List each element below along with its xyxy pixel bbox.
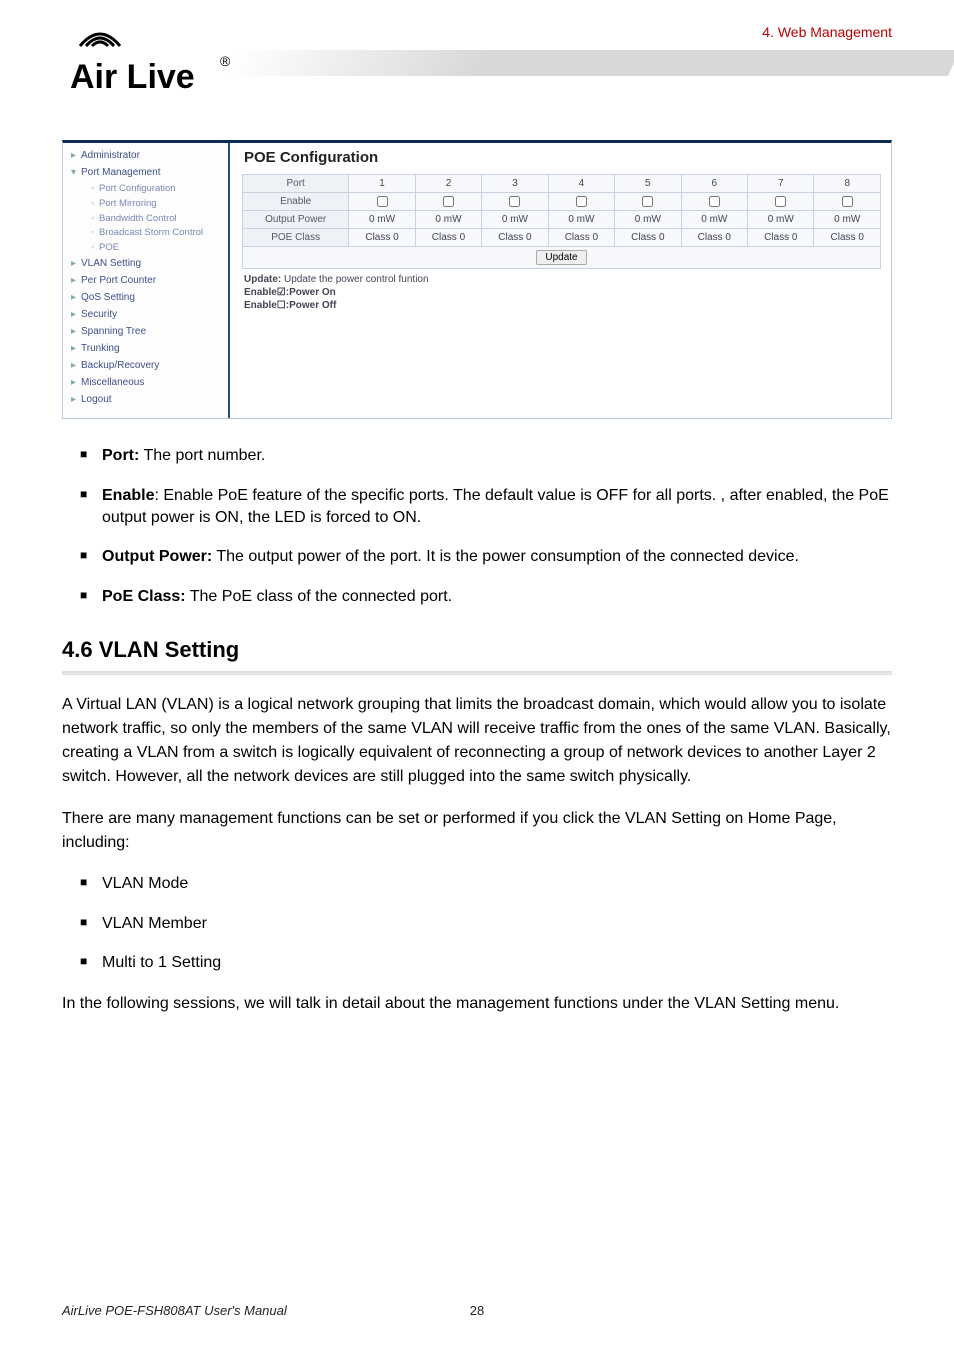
enable-port-7[interactable]	[775, 196, 786, 207]
sidebar-item-backup-recovery[interactable]: ▸Backup/Recovery	[63, 357, 228, 374]
list-item: Multi to 1 Setting	[80, 952, 892, 974]
table-row: Output Power 0 mW 0 mW 0 mW 0 mW 0 mW 0 …	[243, 211, 881, 229]
row-label-output: Output Power	[243, 211, 349, 229]
paragraph: A Virtual LAN (VLAN) is a logical networ…	[62, 693, 892, 789]
document-body: Port: The port number. Enable: Enable Po…	[62, 445, 892, 1015]
enable-port-4[interactable]	[576, 196, 587, 207]
list-item: Enable: Enable PoE feature of the specif…	[80, 485, 892, 528]
section-divider	[62, 671, 892, 675]
page-number: 28	[470, 1303, 484, 1318]
sidebar-sub-poe[interactable]: ◦POE	[63, 240, 228, 255]
list-item: VLAN Mode	[80, 873, 892, 895]
paragraph: There are many management functions can …	[62, 807, 892, 855]
table-row: POE Class Class 0 Class 0 Class 0 Class …	[243, 229, 881, 247]
panel-title: POE Configuration	[242, 149, 881, 166]
sidebar-item-port-management[interactable]: ▾Port Management	[63, 164, 228, 181]
table-row: Port 1 2 3 4 5 6 7 8	[243, 175, 881, 193]
notes: Update: Update the power control funtion…	[242, 269, 881, 312]
enable-port-3[interactable]	[509, 196, 520, 207]
enable-port-2[interactable]	[443, 196, 454, 207]
sidebar-item-vlan-setting[interactable]: ▸VLAN Setting	[63, 255, 228, 272]
sidebar-item-miscellaneous[interactable]: ▸Miscellaneous	[63, 374, 228, 391]
footer-manual-title: AirLive POE-FSH808AT User's Manual	[62, 1303, 287, 1318]
enable-port-1[interactable]	[377, 196, 388, 207]
table-row: Enable	[243, 193, 881, 211]
list-item: Output Power: The output power of the po…	[80, 546, 892, 568]
breadcrumb: 4. Web Management	[762, 24, 892, 40]
router-admin-screenshot: ▸Administrator ▾Port Management ◦Port Co…	[62, 140, 892, 419]
sidebar-sub-port-mirroring[interactable]: ◦Port Mirroring	[63, 196, 228, 211]
page-footer: AirLive POE-FSH808AT User's Manual 28	[62, 1303, 892, 1318]
sidebar-item-spanning-tree[interactable]: ▸Spanning Tree	[63, 323, 228, 340]
enable-port-5[interactable]	[642, 196, 653, 207]
sidebar-sub-port-configuration[interactable]: ◦Port Configuration	[63, 181, 228, 196]
sidebar-sub-bandwidth-control[interactable]: ◦Bandwidth Control	[63, 211, 228, 226]
sidebar-item-per-port-counter[interactable]: ▸Per Port Counter	[63, 272, 228, 289]
enable-port-6[interactable]	[709, 196, 720, 207]
paragraph: In the following sessions, we will talk …	[62, 992, 892, 1016]
list-item: VLAN Member	[80, 913, 892, 935]
header-stripe	[224, 50, 954, 76]
update-button[interactable]: Update	[536, 250, 586, 265]
row-label-class: POE Class	[243, 229, 349, 247]
list-item: PoE Class: The PoE class of the connecte…	[80, 586, 892, 608]
enable-port-8[interactable]	[842, 196, 853, 207]
brand-logo: Air Live ®	[70, 18, 230, 102]
main-panel: POE Configuration Port 1 2 3 4 5 6 7 8 E…	[228, 143, 891, 418]
sidebar: ▸Administrator ▾Port Management ◦Port Co…	[63, 143, 228, 418]
sidebar-item-security[interactable]: ▸Security	[63, 306, 228, 323]
row-label-enable: Enable	[243, 193, 349, 211]
poe-table: Port 1 2 3 4 5 6 7 8 Enable	[242, 174, 881, 269]
row-label-port: Port	[243, 175, 349, 193]
sidebar-item-trunking[interactable]: ▸Trunking	[63, 340, 228, 357]
sidebar-item-administrator[interactable]: ▸Administrator	[63, 147, 228, 164]
section-title: 4.6 VLAN Setting	[62, 635, 892, 667]
svg-text:Air Live: Air Live	[70, 58, 195, 96]
list-item: Port: The port number.	[80, 445, 892, 467]
sidebar-item-logout[interactable]: ▸Logout	[63, 391, 228, 408]
sidebar-item-qos-setting[interactable]: ▸QoS Setting	[63, 289, 228, 306]
sidebar-sub-broadcast-storm[interactable]: ◦Broadcast Storm Control	[63, 226, 228, 240]
table-row: Update	[243, 247, 881, 269]
